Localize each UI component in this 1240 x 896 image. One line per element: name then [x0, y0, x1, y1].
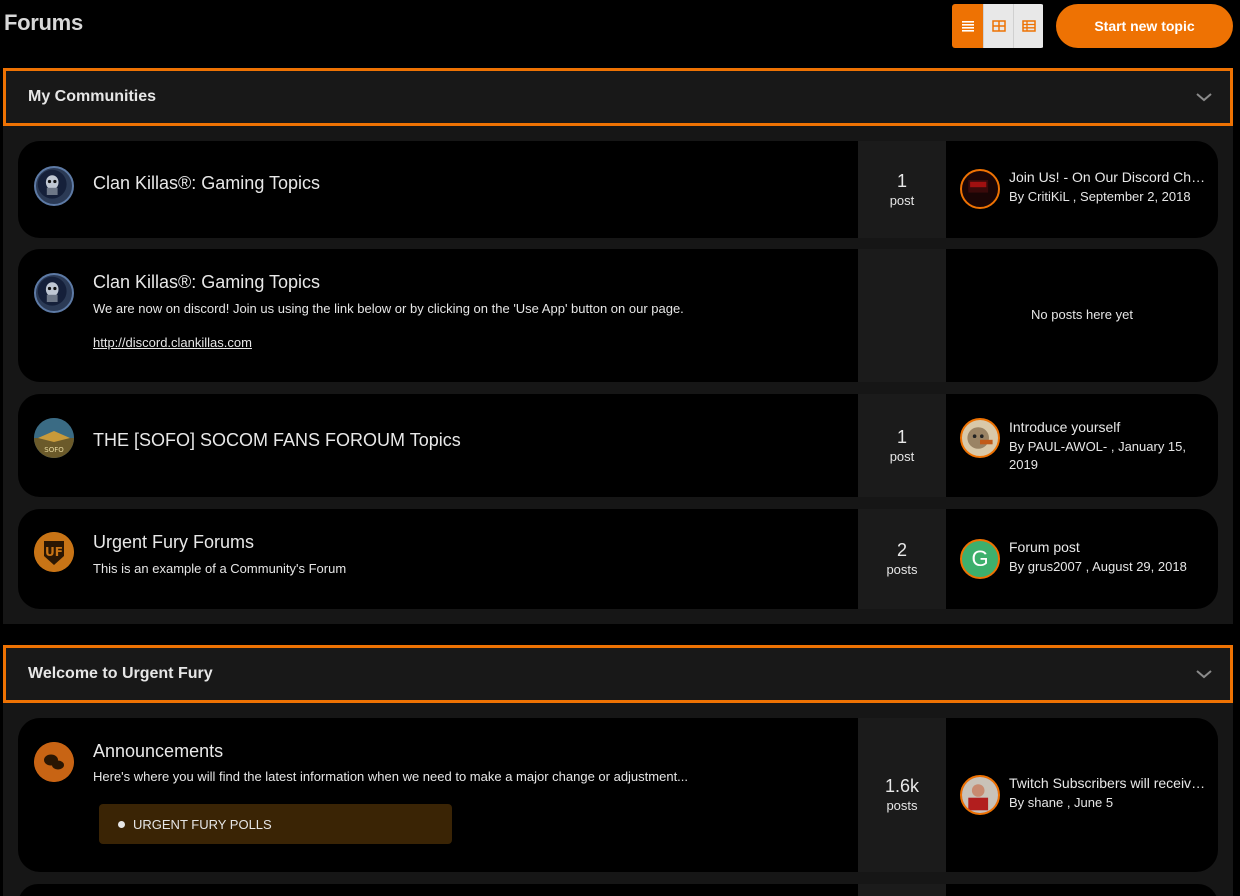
category-my-communities: My Communities Clan Killas®: Gaming Topi…	[3, 68, 1233, 624]
forum-title[interactable]: THE [SOFO] SOCOM FANS FOROUM Topics	[93, 430, 461, 451]
clan-killas-icon	[34, 273, 74, 313]
last-post: Introduce yourself By PAUL-AWOL- , Janua…	[946, 394, 1218, 497]
table-view-icon	[1021, 20, 1036, 32]
user-avatar-shane[interactable]	[960, 775, 1000, 815]
forum-title[interactable]: Clan Killas®: Gaming Topics	[93, 173, 320, 194]
forum-description: We are now on discord! Join us using the…	[93, 301, 684, 316]
table-view-button[interactable]	[1013, 4, 1043, 48]
category-header[interactable]: My Communities	[3, 68, 1233, 126]
list-view-icon	[961, 21, 974, 32]
post-count: 1.6k	[884, 776, 920, 796]
forum-description: Here's where you will find the latest in…	[93, 769, 689, 784]
post-count-label: posts	[886, 562, 918, 577]
post-count: 2	[896, 540, 907, 560]
forum-row	[18, 884, 1218, 896]
post-count: 1	[896, 170, 907, 191]
urgent-fury-logo-icon: UF	[34, 532, 74, 572]
last-post: Join Us! - On Our Discord Channel By Cri…	[946, 141, 1218, 238]
forum-stats: 2 posts	[858, 509, 946, 609]
category-welcome: Welcome to Urgent Fury Announcements Her…	[3, 645, 1233, 896]
subforum-label: URGENT FURY POLLS	[133, 816, 272, 832]
last-post-title[interactable]: Twitch Subscribers will receive perks	[1009, 775, 1209, 791]
last-post: No posts here yet	[946, 249, 1218, 382]
sofo-socom-icon: SOFO	[34, 418, 74, 458]
forum-title[interactable]: Urgent Fury Forums	[93, 532, 254, 553]
view-switcher	[952, 4, 1044, 48]
last-post: G Forum post By grus2007 , August 29, 20…	[946, 509, 1218, 609]
forum-description: This is an example of a Community's Foru…	[93, 561, 347, 576]
last-post-title[interactable]: Join Us! - On Our Discord Channel	[1009, 169, 1209, 185]
post-count-label: post	[889, 448, 915, 464]
page-title: Forums	[4, 10, 83, 35]
last-post-meta: By shane , June 5	[1009, 795, 1114, 810]
last-post-meta: By grus2007 , August 29, 2018	[1009, 559, 1187, 574]
chevron-down-icon[interactable]	[1192, 85, 1216, 109]
forum-row: Announcements Here's where you will find…	[18, 718, 1218, 872]
post-count: 1	[896, 426, 907, 447]
forum-title[interactable]: Announcements	[93, 741, 223, 762]
user-avatar-critikil[interactable]	[960, 169, 1000, 209]
discord-link[interactable]: http://discord.clankillas.com	[93, 335, 252, 350]
no-posts-message: No posts here yet	[1031, 307, 1133, 322]
post-count-label: posts	[886, 798, 918, 813]
forum-row: Clan Killas®: Gaming Topics We are now o…	[18, 249, 1218, 382]
category-header[interactable]: Welcome to Urgent Fury	[3, 645, 1233, 703]
subforum-link[interactable]: URGENT FURY POLLS	[99, 804, 452, 844]
forum-stats	[858, 249, 946, 382]
last-post-title[interactable]: Forum post	[1009, 539, 1209, 555]
forum-title[interactable]: Clan Killas®: Gaming Topics	[93, 272, 320, 293]
forum-row: SOFO THE [SOFO] SOCOM FANS FOROUM Topics…	[18, 394, 1218, 497]
chevron-down-icon[interactable]	[1192, 662, 1216, 686]
post-count-label: post	[889, 192, 915, 208]
svg-text:UF: UF	[45, 545, 63, 559]
forum-stats	[858, 884, 946, 896]
category-title: My Communities	[28, 88, 157, 105]
last-post: Twitch Subscribers will receive perks By…	[946, 718, 1218, 872]
bullet-icon	[118, 820, 125, 828]
forum-stats: 1 post	[858, 394, 946, 497]
user-avatar-grus2007[interactable]: G	[960, 539, 1000, 579]
grid-view-button[interactable]	[983, 4, 1013, 48]
forum-row: Clan Killas®: Gaming Topics 1 post Join …	[18, 141, 1218, 238]
grid-view-icon	[991, 20, 1006, 32]
last-post-meta: By CritiKiL , September 2, 2018	[1009, 189, 1191, 204]
last-post-meta: By PAUL-AWOL- , January 15, 2019	[1009, 439, 1187, 472]
last-post-title[interactable]: Introduce yourself	[1009, 419, 1209, 435]
start-new-topic-button[interactable]: Start new topic	[1056, 4, 1233, 48]
chat-bubbles-icon	[34, 742, 74, 782]
forum-row: UF Urgent Fury Forums This is an example…	[18, 509, 1218, 609]
forum-stats: 1 post	[858, 141, 946, 238]
clan-killas-icon	[34, 166, 74, 206]
svg-text:SOFO: SOFO	[44, 446, 64, 454]
category-title: Welcome to Urgent Fury	[28, 665, 213, 682]
user-avatar-paul-awol[interactable]	[960, 418, 1000, 458]
list-view-button[interactable]	[952, 4, 983, 48]
forum-stats: 1.6k posts	[858, 718, 946, 872]
